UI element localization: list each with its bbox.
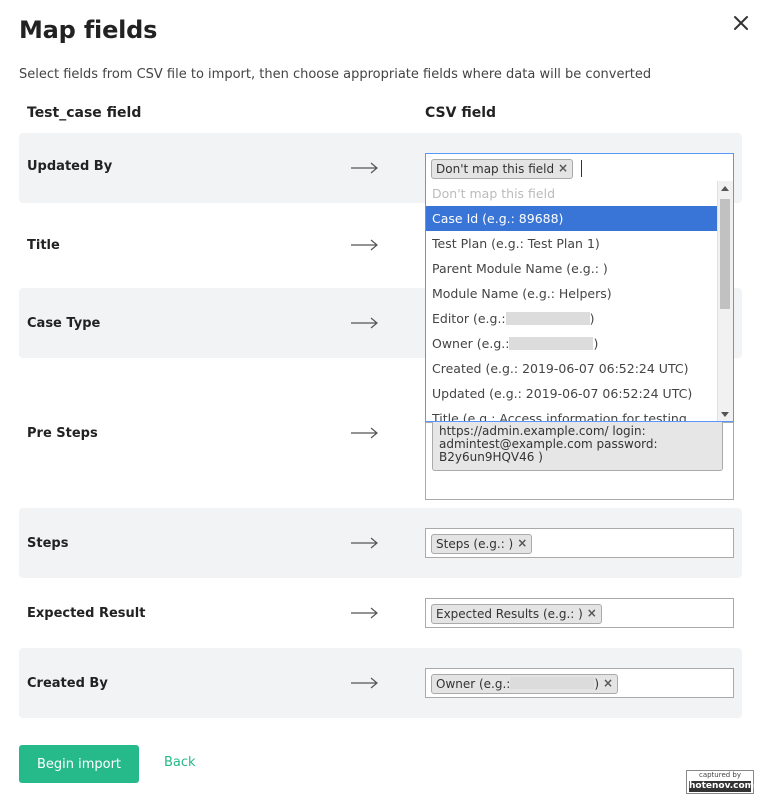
tag-line: B2y6un9HQV46 ) <box>439 450 543 464</box>
scroll-up-icon[interactable] <box>721 186 729 191</box>
dropdown-option-highlighted[interactable]: Case Id (e.g.: 89688) <box>426 206 717 231</box>
tag-label-prefix: Owner (e.g.: <box>436 677 511 691</box>
csv-field-select[interactable]: Expected Results (e.g.: ) × <box>425 598 734 628</box>
remove-tag-icon[interactable]: × <box>558 161 568 175</box>
selected-tag: Owner (e.g.:) × <box>431 674 619 694</box>
capture-watermark: captured by hotenov.com <box>686 770 754 794</box>
redacted-value <box>509 337 594 350</box>
selected-tag: https://admin.example.com/ login: admint… <box>432 421 723 471</box>
option-prefix: Editor (e.g.: <box>432 311 506 326</box>
dropdown-option[interactable]: Test Plan (e.g.: Test Plan 1) <box>426 231 717 256</box>
watermark-line: captured by <box>698 771 742 779</box>
column-header-csv-field: CSV field <box>425 105 497 121</box>
field-label: Title <box>27 238 60 253</box>
field-label: Case Type <box>27 316 101 331</box>
mapping-row-steps: Steps Steps (e.g.: ) × <box>19 508 742 578</box>
dropdown-option[interactable]: Editor (e.g.:) <box>426 306 717 331</box>
arrow-right-icon <box>351 427 378 439</box>
dropdown-option[interactable]: Parent Module Name (e.g.: ) <box>426 256 717 281</box>
remove-tag-icon[interactable]: × <box>603 676 613 690</box>
close-icon[interactable] <box>731 13 751 33</box>
csv-field-select[interactable]: Steps (e.g.: ) × <box>425 528 734 558</box>
dialog-title: Map fields <box>19 16 158 44</box>
field-label: Expected Result <box>27 606 146 621</box>
option-suffix: ) <box>593 336 599 351</box>
remove-tag-icon[interactable]: × <box>517 536 527 550</box>
column-header-test-case-field: Test_case field <box>27 105 142 121</box>
field-label: Created By <box>27 676 108 691</box>
tag-label: Expected Results (e.g.: ) <box>436 607 583 621</box>
arrow-right-icon <box>351 607 378 619</box>
arrow-right-icon <box>351 677 378 689</box>
csv-field-select[interactable]: Don't map this field × <box>425 153 734 183</box>
selected-tag: Expected Results (e.g.: ) × <box>431 604 602 624</box>
option-prefix: Owner (e.g.: <box>432 336 510 351</box>
arrow-right-icon <box>351 162 378 174</box>
tag-label-suffix: ) <box>594 677 600 691</box>
option-suffix: ) <box>589 311 595 326</box>
tag-label: Steps (e.g.: ) <box>436 537 514 551</box>
remove-tag-icon[interactable]: × <box>587 606 597 620</box>
watermark-logo: hotenov.com <box>689 781 755 792</box>
arrow-right-icon <box>351 239 378 251</box>
csv-field-dropdown: Don't map this field Case Id (e.g.: 8968… <box>425 181 734 422</box>
redacted-value <box>510 677 595 689</box>
begin-import-button[interactable]: Begin import <box>19 745 139 783</box>
dropdown-option[interactable]: Owner (e.g.:) <box>426 331 717 356</box>
selected-tag: Steps (e.g.: ) × <box>431 534 533 554</box>
dropdown-option[interactable]: Module Name (e.g.: Helpers) <box>426 281 717 306</box>
dropdown-scrollbar[interactable] <box>717 181 733 421</box>
dropdown-option[interactable]: Updated (e.g.: 2019-06-07 06:52:24 UTC) <box>426 381 717 406</box>
dropdown-option[interactable]: Title (e.g.: Access information for test… <box>426 406 717 421</box>
csv-field-select[interactable]: Owner (e.g.:) × <box>425 668 734 698</box>
selected-tag: Don't map this field × <box>431 159 574 179</box>
field-label: Pre Steps <box>27 426 98 441</box>
arrow-right-icon <box>351 537 378 549</box>
dialog-subtitle: Select fields from CSV file to import, t… <box>19 67 652 82</box>
tag-label: Don't map this field <box>436 162 555 176</box>
csv-field-multiline[interactable]: https://admin.example.com/ login: admint… <box>425 421 734 500</box>
dropdown-option: Don't map this field <box>432 186 556 201</box>
scroll-down-icon[interactable] <box>721 412 729 417</box>
field-label: Updated By <box>27 159 113 174</box>
mapping-row-expected-result: Expected Result Expected Results (e.g.: … <box>19 578 742 648</box>
redacted-value <box>505 312 590 325</box>
scrollbar-thumb[interactable] <box>720 199 730 309</box>
dropdown-option[interactable]: Created (e.g.: 2019-06-07 06:52:24 UTC) <box>426 356 717 381</box>
mapping-row-created-by: Created By Owner (e.g.:) × <box>19 648 742 718</box>
field-label: Steps <box>27 536 69 551</box>
text-cursor <box>581 160 582 177</box>
arrow-right-icon <box>351 317 378 329</box>
back-link[interactable]: Back <box>164 755 196 770</box>
